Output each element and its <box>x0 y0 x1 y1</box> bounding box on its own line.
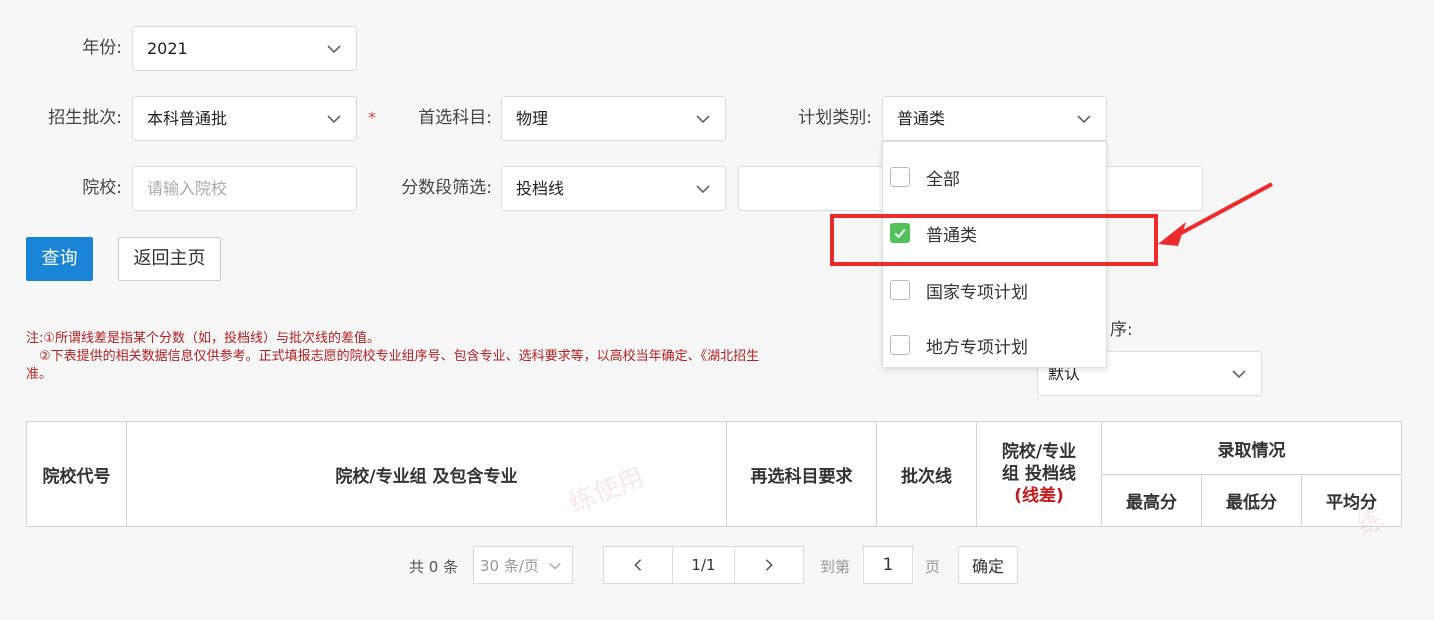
score-filter-select[interactable]: 投档线 <box>501 166 726 211</box>
note-line-1: 注:①所谓线差是指某个分数（如，投档线）与批次线的差值。 <box>26 331 381 346</box>
results-table: 练使用 练 院校代号 院校/专业组 及包含专业 再选科目要求 批次线 院校/专业… <box>26 421 1402 542</box>
chevron-right-icon <box>765 559 773 571</box>
chevron-down-icon <box>1077 115 1091 124</box>
col-header-group: 院校/专业组 及包含专业 <box>335 466 518 487</box>
sort-label: 序: <box>1110 320 1133 340</box>
required-mark: * <box>368 108 376 127</box>
next-page-button[interactable] <box>734 546 804 584</box>
dropdown-option-all[interactable]: 全部 <box>883 157 1106 197</box>
dropdown-option-national[interactable]: 国家专项计划 <box>883 270 1106 310</box>
page-size-value: 30 条/页 <box>480 556 539 575</box>
chevron-down-icon <box>696 115 710 124</box>
subject-value: 物理 <box>516 109 549 128</box>
checkbox[interactable] <box>890 167 910 187</box>
col-header-admission: 录取情况 <box>1217 440 1286 461</box>
batch-label: 招生批次: <box>48 108 122 128</box>
checkbox[interactable] <box>890 280 910 300</box>
plan-value: 普通类 <box>897 109 946 128</box>
year-select[interactable]: 2021 <box>132 26 357 71</box>
plan-select[interactable]: 普通类 <box>882 96 1107 141</box>
dropdown-option-local[interactable]: 地方专项计划 <box>883 325 1106 365</box>
col-header-min: 最低分 <box>1226 493 1277 513</box>
page-indicator: 1/1 <box>672 546 735 584</box>
batch-select[interactable]: 本科普通批 <box>132 96 357 141</box>
note-line-2: ②下表提供的相关数据信息仅供参考。正式填报志愿的院校专业组序号、包含专业、选科要… <box>26 349 760 364</box>
chevron-left-icon <box>634 559 642 571</box>
col-header-avg: 平均分 <box>1326 493 1377 513</box>
batch-value: 本科普通批 <box>147 109 228 128</box>
page-unit-label: 页 <box>925 558 941 576</box>
tou-line-text-3: (线差) <box>1014 486 1064 506</box>
tou-line-text-2: 组 投档线 <box>1002 464 1076 484</box>
goto-label: 到第 <box>820 558 851 576</box>
checkbox[interactable] <box>890 335 910 355</box>
school-search-input[interactable] <box>147 168 342 209</box>
col-header-tou-line: 院校/专业 组 投档线 (线差) <box>977 422 1101 526</box>
score-filter-value: 投档线 <box>516 179 565 198</box>
chevron-down-icon <box>327 45 341 54</box>
col-header-code: 院校代号 <box>42 466 111 487</box>
school-input-wrapper <box>132 166 357 211</box>
col-header-max: 最高分 <box>1126 493 1177 513</box>
chevron-down-icon <box>549 562 561 570</box>
highlight-box <box>830 214 1158 266</box>
plan-label: 计划类别: <box>798 108 872 128</box>
prev-page-button[interactable] <box>603 546 673 584</box>
score-filter-label: 分数段筛选: <box>401 178 492 198</box>
arrow-annotation-icon <box>1158 182 1273 246</box>
year-value: 2021 <box>147 39 188 58</box>
chevron-down-icon <box>1232 370 1246 379</box>
option-label: 地方专项计划 <box>926 337 1028 358</box>
year-label: 年份: <box>82 38 122 58</box>
subject-label: 首选科目: <box>418 108 492 128</box>
subject-select[interactable]: 物理 <box>501 96 726 141</box>
goto-page-input[interactable]: 1 <box>863 546 913 584</box>
school-label: 院校: <box>82 178 122 198</box>
option-label: 全部 <box>926 169 960 190</box>
total-count: 共 0 条 <box>409 558 459 576</box>
back-home-button[interactable]: 返回主页 <box>118 237 221 281</box>
query-button[interactable]: 查询 <box>26 237 93 281</box>
col-header-batch-line: 批次线 <box>901 466 952 487</box>
note-line-3: 准。 <box>26 367 53 382</box>
col-header-subjects: 再选科目要求 <box>750 466 853 487</box>
chevron-down-icon <box>327 115 341 124</box>
notes-block: 注:①所谓线差是指某个分数（如，投档线）与批次线的差值。 ②下表提供的相关数据信… <box>26 330 759 384</box>
option-label: 国家专项计划 <box>926 282 1028 303</box>
tou-line-text-1: 院校/专业 <box>1001 442 1077 462</box>
chevron-down-icon <box>696 185 710 194</box>
page-size-select[interactable]: 30 条/页 <box>473 546 573 584</box>
goto-confirm-button[interactable]: 确定 <box>958 546 1018 584</box>
